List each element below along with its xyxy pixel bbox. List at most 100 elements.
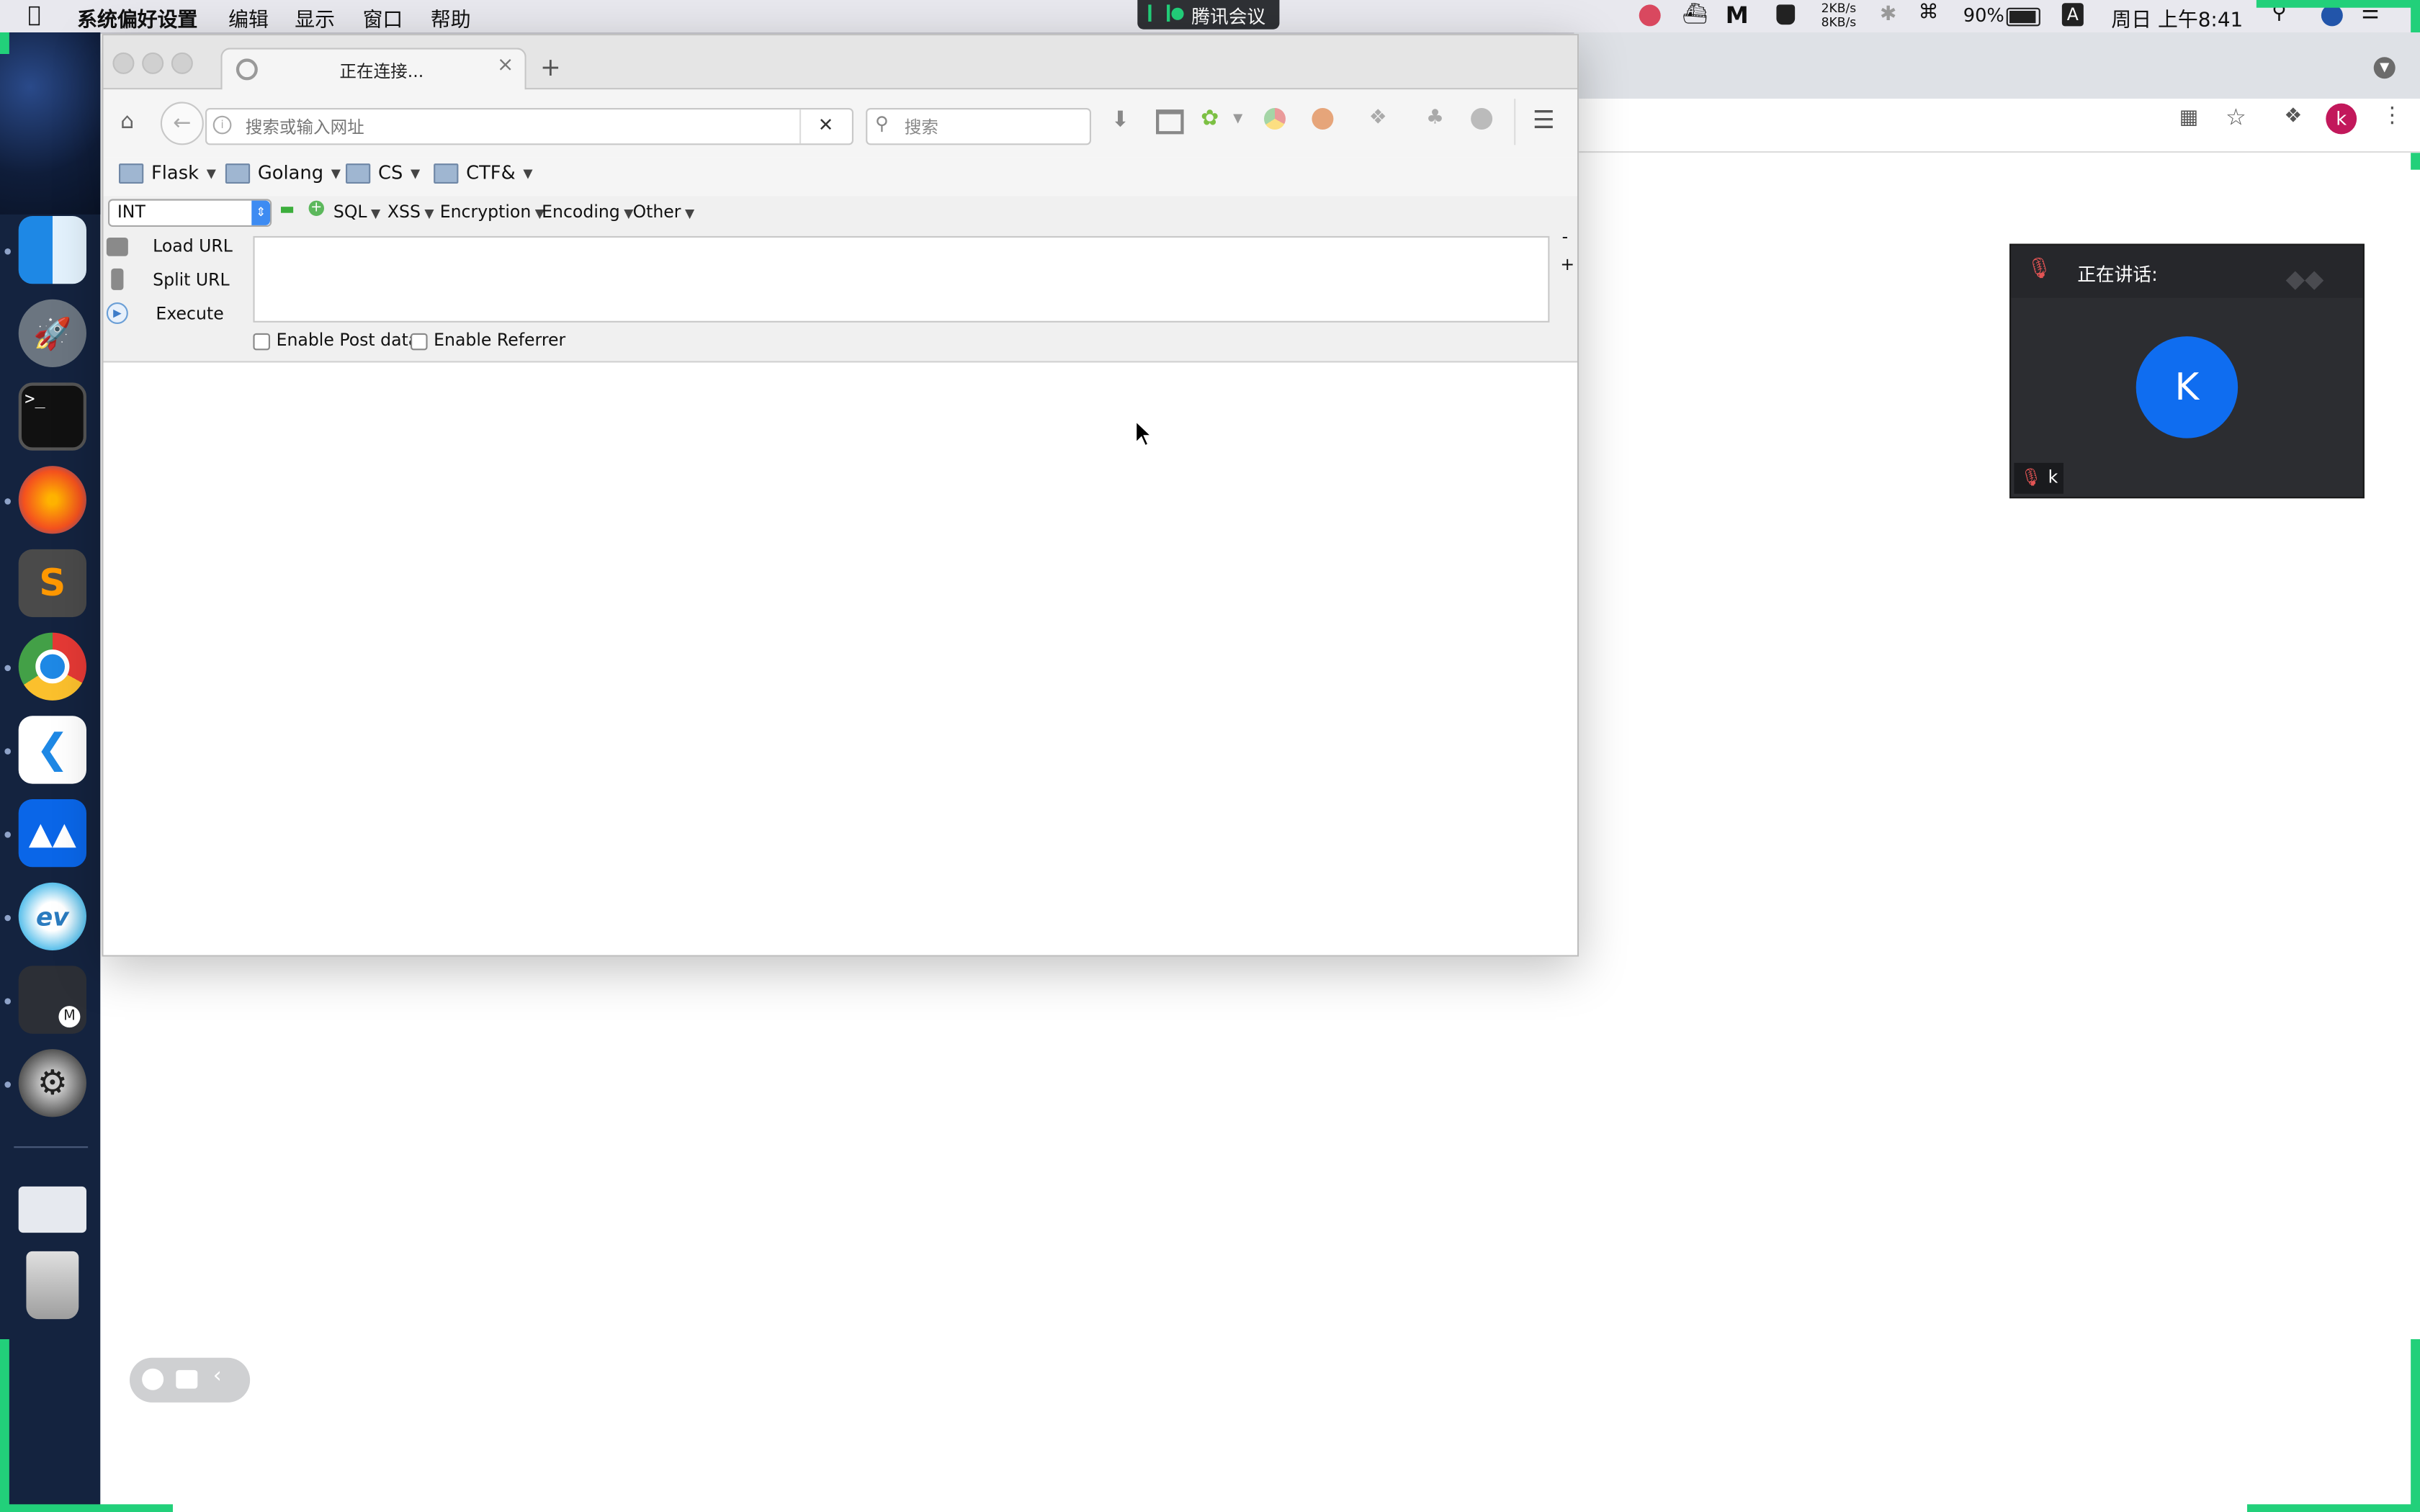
apple-icon[interactable]: : [28, 3, 41, 27]
page-content[interactable]: [103, 362, 1578, 955]
plus-green-icon[interactable]: +: [308, 200, 324, 216]
load-url-button[interactable]: Load URL: [106, 236, 233, 256]
minimize-window-button[interactable]: [142, 52, 164, 74]
tencent-meeting-icon[interactable]: ▲▲: [18, 799, 86, 868]
status-app-icon[interactable]: [1639, 4, 1661, 27]
finder-icon[interactable]: [18, 216, 86, 284]
shrink-button[interactable]: -: [1562, 227, 1569, 247]
menu-view[interactable]: 显示: [295, 3, 335, 32]
bookmark-folder-ctf[interactable]: CTF& ▼: [434, 162, 533, 184]
docker-icon[interactable]: ⛴: [1682, 3, 1708, 26]
checkbox-box[interactable]: [411, 332, 428, 350]
bookmark-folder-flask[interactable]: Flask ▼: [119, 162, 216, 184]
load-url-icon: [106, 236, 128, 256]
tab-active[interactable]: 正在连接... ×: [220, 48, 526, 91]
bluetooth-icon[interactable]: ✱: [1880, 3, 1896, 26]
terminal-icon[interactable]: >_: [18, 382, 86, 451]
collapse-icon[interactable]: ‹: [213, 1364, 222, 1388]
tencent-meeting-indicator[interactable]: 腾讯会议: [1137, 0, 1280, 30]
search-field[interactable]: ⚲ 搜索: [866, 108, 1091, 145]
app-menu[interactable]: 系统偏好设置: [77, 3, 197, 32]
hackbar-menu-xss[interactable]: XSS ▼: [387, 202, 434, 222]
trash-icon[interactable]: [26, 1251, 79, 1320]
firefox-icon[interactable]: [18, 466, 86, 534]
enable-referrer-checkbox[interactable]: Enable Referrer: [411, 330, 566, 351]
minus-green-icon[interactable]: [281, 207, 294, 213]
battery-percent: 90%: [1963, 4, 2004, 27]
execute-button[interactable]: ▶ Execute: [106, 302, 224, 324]
chrome-window-background: ▼ ▦ ☆ ❖ k ⋮: [1574, 32, 2420, 153]
sublime-text-icon[interactable]: S: [18, 549, 86, 618]
folder-icon: [225, 163, 251, 183]
corner-mark: [0, 1339, 9, 1512]
ev-recorder-icon[interactable]: ev: [18, 882, 86, 950]
chrome-icon[interactable]: [18, 632, 86, 701]
mouse-cursor-icon: [1135, 419, 1153, 447]
hamburger-menu-icon[interactable]: ☰: [1533, 105, 1555, 135]
button-label: Execute: [156, 303, 224, 323]
hackbar-type-select[interactable]: INT ⇕: [108, 199, 272, 227]
globe-ext-icon[interactable]: [1471, 108, 1493, 130]
expand-button[interactable]: +: [1560, 255, 1574, 275]
sidebar-toggle-icon[interactable]: [1156, 109, 1184, 135]
chevron-down-icon: ▼: [420, 207, 434, 221]
back-icon[interactable]: ←: [160, 102, 204, 145]
hackbar-menu-encoding[interactable]: Encoding ▼: [542, 202, 633, 222]
url-field[interactable]: i 搜索或输入网址 ✕: [205, 108, 853, 145]
meeting-toolbar-pill[interactable]: ‹: [130, 1357, 251, 1403]
bookmark-folder-golang[interactable]: Golang ▼: [225, 162, 341, 184]
new-tab-icon[interactable]: +: [540, 53, 561, 82]
siri-icon[interactable]: [2321, 4, 2343, 27]
chrome-ext-icon[interactable]: [1264, 108, 1286, 130]
info-icon[interactable]: i: [212, 115, 232, 135]
bookmark-label: Golang: [257, 162, 324, 184]
split-url-button[interactable]: Split URL: [107, 268, 230, 290]
bookmark-folder-cs[interactable]: CS ▼: [346, 162, 420, 184]
close-window-button[interactable]: [112, 52, 135, 74]
chrome-tab-menu-icon[interactable]: ▼: [2373, 57, 2396, 79]
vscode-icon[interactable]: ❮: [18, 716, 86, 784]
menu-window[interactable]: 窗口: [363, 3, 403, 32]
menu-edit[interactable]: 编辑: [228, 3, 269, 32]
minimized-window-icon[interactable]: [18, 1186, 86, 1233]
wifi-icon[interactable]: ⌘: [1919, 1, 1939, 24]
download-icon[interactable]: ⬇: [1111, 108, 1129, 132]
chrome-menu-icon[interactable]: ⋮: [2381, 104, 2403, 128]
input-method-icon[interactable]: A: [2061, 3, 2084, 27]
chat-icon[interactable]: [176, 1369, 198, 1389]
bookmark-label: CTF&: [466, 162, 516, 184]
extensions-icon[interactable]: ❖: [2284, 105, 2302, 128]
menu-help[interactable]: 帮助: [431, 3, 471, 32]
enable-post-data-checkbox[interactable]: Enable Post data: [253, 330, 418, 350]
chrome-grid-icon[interactable]: ▦: [2179, 107, 2198, 130]
hackbar-menu-sql[interactable]: SQL ▼: [333, 202, 380, 222]
checkbox-label: Enable Referrer: [434, 330, 566, 351]
system-preferences-icon[interactable]: ⚙: [18, 1049, 86, 1117]
bird-ext-icon[interactable]: ❖: [1369, 107, 1387, 130]
zoom-window-button[interactable]: [171, 52, 193, 74]
m-app-icon[interactable]: M: [1726, 1, 1749, 30]
cat-app-icon[interactable]: [1776, 4, 1796, 25]
chrome-profile-avatar[interactable]: k: [2326, 103, 2357, 135]
running-dot: [4, 998, 11, 1004]
launchpad-icon[interactable]: 🚀: [18, 299, 86, 367]
extension-dropdown-icon[interactable]: ▼: [1233, 111, 1242, 125]
hackbar-menu-encryption[interactable]: Encryption ▼: [440, 202, 544, 222]
clear-url-icon[interactable]: ✕: [818, 114, 834, 136]
palette-icon[interactable]: [1312, 108, 1334, 130]
hackbar-url-textarea[interactable]: [253, 235, 1550, 323]
tab-strip: 正在连接... × +: [103, 35, 1578, 91]
checkbox-box[interactable]: [253, 332, 270, 350]
tab-close-icon[interactable]: ×: [497, 54, 514, 77]
muted-mic-icon: 🎙: [2026, 257, 2052, 281]
clock[interactable]: 周日 上午8:41: [2111, 3, 2243, 32]
meeting-panel[interactable]: 🎙 正在讲话: ◆◆ K 🎙 k: [2009, 243, 2365, 499]
bookmark-star-icon[interactable]: ☆: [2226, 104, 2246, 132]
hackbar-menu-other[interactable]: Other ▼: [633, 202, 695, 222]
extension-leaf-icon[interactable]: ✿: [1201, 107, 1219, 131]
emoji-icon[interactable]: [142, 1368, 164, 1390]
home-icon[interactable]: ⌂: [120, 109, 134, 134]
code-app-icon[interactable]: M: [18, 966, 86, 1034]
puzzle-ext-icon[interactable]: ♣: [1426, 107, 1444, 130]
battery-icon[interactable]: [2006, 7, 2040, 27]
